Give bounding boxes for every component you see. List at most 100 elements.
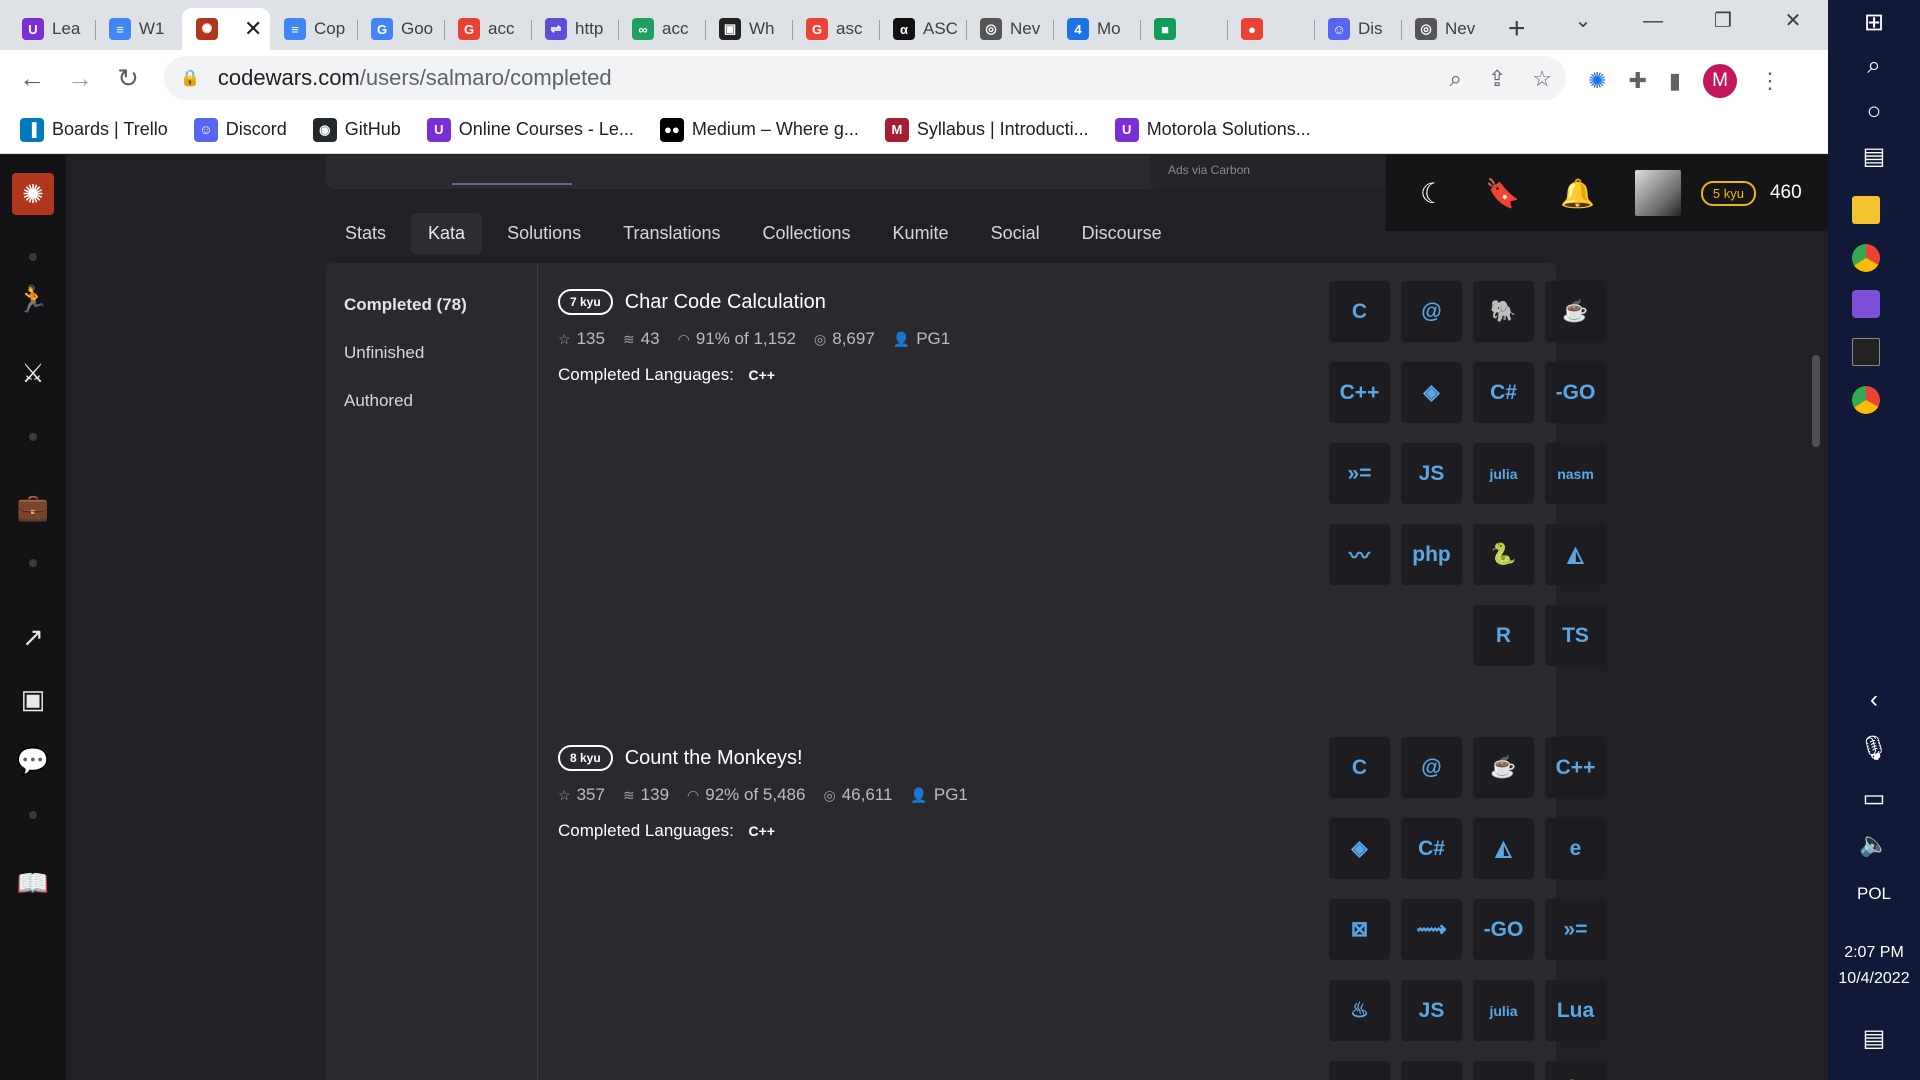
tab-social[interactable]: Social bbox=[974, 213, 1057, 254]
close-window-button[interactable]: ✕ bbox=[1758, 0, 1828, 42]
browser-tab[interactable]: ⇌ http bbox=[531, 8, 618, 50]
language-icon[interactable]: ◈ bbox=[1329, 818, 1390, 879]
forward-button[interactable]: → bbox=[56, 63, 104, 94]
language-icon[interactable]: ⟿ bbox=[1401, 899, 1462, 960]
language-icon[interactable]: ◈ bbox=[1401, 362, 1462, 423]
file-explorer-icon[interactable] bbox=[1852, 196, 1880, 224]
language-icon[interactable]: 🦉 bbox=[1473, 1061, 1534, 1080]
kata-title-link[interactable]: Char Code Calculation bbox=[625, 291, 826, 314]
tab-collections[interactable]: Collections bbox=[746, 213, 868, 254]
browser-tab[interactable]: ● bbox=[1227, 8, 1314, 50]
cortana-icon[interactable]: ○ bbox=[1828, 98, 1920, 126]
browser-tab[interactable]: ☺ Dis bbox=[1314, 8, 1401, 50]
dark-mode-moon-icon[interactable]: ☾ bbox=[1420, 177, 1445, 210]
language-icon[interactable]: 🐍 bbox=[1545, 1061, 1606, 1080]
language-icon[interactable]: »= bbox=[1329, 443, 1390, 504]
terminal-icon[interactable] bbox=[1852, 338, 1880, 366]
language-icon[interactable]: ♨ bbox=[1329, 980, 1390, 1041]
chrome-icon[interactable] bbox=[1852, 244, 1880, 272]
chrome-active-icon[interactable] bbox=[1852, 386, 1880, 414]
back-button[interactable]: ← bbox=[8, 63, 56, 94]
language-icon[interactable]: @ bbox=[1401, 281, 1462, 342]
reload-button[interactable]: ↻ bbox=[104, 63, 152, 94]
language-icon[interactable]: -GO bbox=[1473, 899, 1534, 960]
language-icon[interactable]: R bbox=[1473, 605, 1534, 666]
page-scrollbar[interactable] bbox=[1812, 355, 1820, 447]
docs-book-icon[interactable]: 📖 bbox=[13, 863, 53, 903]
tab-kata[interactable]: Kata bbox=[411, 213, 483, 254]
kata-title-link[interactable]: Count the Monkeys! bbox=[625, 747, 803, 770]
author-link[interactable]: PG1 bbox=[934, 785, 968, 804]
language-icon[interactable]: »= bbox=[1545, 899, 1606, 960]
menu-kebab-icon[interactable]: ⋮ bbox=[1759, 68, 1781, 94]
cpp-icon[interactable]: C++ bbox=[749, 823, 775, 839]
profile-avatar[interactable]: M bbox=[1702, 64, 1737, 98]
tab-translations[interactable]: Translations bbox=[606, 213, 737, 254]
briefcase-icon[interactable]: 💼 bbox=[13, 487, 53, 527]
puzzle-extensions-icon[interactable]: ✚ bbox=[1628, 68, 1646, 94]
tab-kumite[interactable]: Kumite bbox=[876, 213, 966, 254]
input-language[interactable]: POL bbox=[1828, 884, 1920, 904]
bookmark-item[interactable]: ◉ GitHub bbox=[312, 117, 401, 142]
language-icon[interactable]: ☕ bbox=[1473, 737, 1534, 798]
visual-studio-icon[interactable] bbox=[1852, 290, 1880, 318]
task-view-icon[interactable]: ▤ bbox=[1828, 142, 1920, 171]
restore-button[interactable]: ❐ bbox=[1688, 0, 1758, 42]
tab-stats[interactable]: Stats bbox=[328, 213, 403, 254]
discussion-icon[interactable]: 💬 bbox=[13, 741, 53, 781]
tab-search-icon[interactable]: ⌄ bbox=[1548, 0, 1618, 42]
browser-tab[interactable]: Gasc bbox=[792, 8, 879, 50]
language-icon[interactable]: JS bbox=[1401, 980, 1462, 1041]
browser-tab[interactable]: α ASC bbox=[879, 8, 966, 50]
discord-chat-icon[interactable]: ▣ bbox=[13, 679, 53, 719]
language-icon[interactable]: ◭ bbox=[1545, 524, 1606, 585]
bookmark-icon[interactable]: 🔖 bbox=[1485, 177, 1520, 210]
language-icon[interactable]: nasm bbox=[1545, 443, 1606, 504]
language-icon[interactable]: php bbox=[1401, 524, 1462, 585]
tab-solutions[interactable]: Solutions bbox=[490, 213, 598, 254]
windows-start-icon[interactable]: ⊞ bbox=[1828, 8, 1920, 37]
language-icon[interactable]: -GO bbox=[1545, 362, 1606, 423]
browser-tab[interactable]: 4 Mo bbox=[1053, 8, 1140, 50]
browser-tab[interactable]: ≡ W1 bbox=[95, 8, 182, 50]
new-tab-button[interactable]: + bbox=[1508, 12, 1526, 46]
language-icon[interactable]: 〰 bbox=[1329, 524, 1390, 585]
language-icon[interactable]: TS bbox=[1545, 605, 1606, 666]
language-icon[interactable]: php bbox=[1401, 1061, 1462, 1080]
language-icon[interactable]: julia bbox=[1473, 443, 1534, 504]
practice-icon[interactable]: ⚔ bbox=[13, 353, 53, 393]
ads-via-carbon-text[interactable]: Ads via Carbon bbox=[1168, 163, 1250, 177]
language-icon[interactable]: C++ bbox=[1329, 362, 1390, 423]
browser-tab[interactable]: ◎ Nev bbox=[1401, 8, 1488, 50]
language-icon[interactable]: @ bbox=[1401, 737, 1462, 798]
close-tab-icon[interactable]: ✕ bbox=[244, 16, 262, 42]
clock-date[interactable]: 10/4/2022 bbox=[1828, 970, 1920, 988]
subnav-item[interactable]: Unfinished bbox=[344, 343, 537, 363]
show-hidden-icons-chevron[interactable]: ‹ bbox=[1828, 686, 1920, 714]
volume-icon[interactable]: 🔈 bbox=[1828, 830, 1920, 859]
training-icon[interactable]: 🏃 bbox=[13, 279, 53, 319]
battery-icon[interactable]: ▭ bbox=[1828, 784, 1920, 813]
bookmark-item[interactable]: U Motorola Solutions... bbox=[1114, 117, 1311, 142]
language-icon[interactable]: e bbox=[1545, 818, 1606, 879]
address-bar[interactable]: 🔒 codewars.com/users/salmaro/completed ⌕… bbox=[164, 56, 1566, 100]
language-icon[interactable]: ☕ bbox=[1545, 281, 1606, 342]
subnav-item[interactable]: Completed (78) bbox=[344, 295, 537, 315]
notifications-icon[interactable]: ▤ bbox=[1828, 1024, 1920, 1053]
browser-tab[interactable]: ≡ Cop bbox=[270, 8, 357, 50]
bookmark-item[interactable]: M Syllabus | Introducti... bbox=[884, 117, 1089, 142]
codewars-logo-icon[interactable]: ✺ bbox=[12, 173, 54, 215]
cpp-icon[interactable]: C++ bbox=[749, 367, 775, 383]
bookmark-item[interactable]: ☺ Discord bbox=[193, 117, 287, 142]
browser-tab[interactable]: ▣ Wh bbox=[705, 8, 792, 50]
bookmark-star-icon[interactable]: ☆ bbox=[1532, 66, 1552, 92]
tab-discourse[interactable]: Discourse bbox=[1065, 213, 1179, 254]
bookmark-item[interactable]: ●● Medium – Where g... bbox=[659, 117, 859, 142]
language-icon[interactable]: JS bbox=[1401, 443, 1462, 504]
language-icon[interactable]: ◭ bbox=[1473, 818, 1534, 879]
leaderboard-trend-icon[interactable]: ↗ bbox=[13, 617, 53, 657]
side-panel-icon[interactable]: ▮ bbox=[1669, 68, 1681, 94]
bookmark-item[interactable]: ▐ Boards | Trello bbox=[20, 117, 168, 142]
share-icon[interactable]: ⇪ bbox=[1488, 66, 1506, 92]
lock-icon[interactable]: 🔒 bbox=[180, 68, 200, 88]
